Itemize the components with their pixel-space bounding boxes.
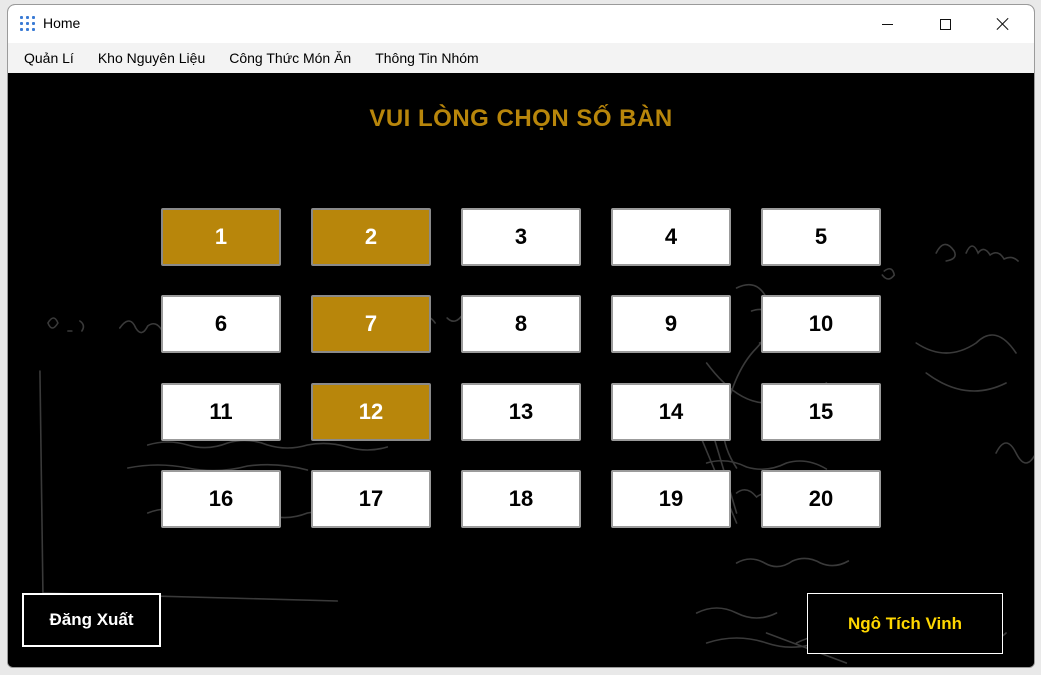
title-bar[interactable]: Home: [8, 5, 1034, 43]
table-button-16[interactable]: 16: [161, 470, 281, 528]
table-button-12[interactable]: 12: [311, 383, 431, 441]
minimize-icon: [881, 23, 893, 25]
chalk-sketch-background: [39, 243, 1034, 664]
grid-app-icon: [20, 16, 35, 31]
table-button-8[interactable]: 8: [461, 295, 581, 353]
table-button-19[interactable]: 19: [611, 470, 731, 528]
menu-item-kho-nguyen-lieu[interactable]: Kho Nguyên Liệu: [86, 43, 217, 73]
table-button-3[interactable]: 3: [461, 208, 581, 266]
table-button-18[interactable]: 18: [461, 470, 581, 528]
menu-bar: Quản Lí Kho Nguyên Liệu Công Thức Món Ăn…: [8, 43, 1034, 73]
table-button-20[interactable]: 20: [761, 470, 881, 528]
table-button-11[interactable]: 11: [161, 383, 281, 441]
menu-item-quan-li[interactable]: Quản Lí: [8, 43, 86, 73]
table-button-17[interactable]: 17: [311, 470, 431, 528]
table-button-9[interactable]: 9: [611, 295, 731, 353]
table-button-5[interactable]: 5: [761, 208, 881, 266]
app-window: Home Quản Lí Kho Nguyên Liệu Công Thức M…: [7, 4, 1035, 668]
page-heading: VUI LÒNG CHỌN SỐ BÀN: [369, 105, 673, 132]
window-title: Home: [43, 15, 81, 31]
table-button-15[interactable]: 15: [761, 383, 881, 441]
menu-item-cong-thuc-mon-an[interactable]: Công Thức Món Ăn: [217, 43, 363, 73]
close-icon: [996, 17, 1010, 31]
minimize-button[interactable]: [858, 5, 916, 43]
menu-item-thong-tin-nhom[interactable]: Thông Tin Nhóm: [363, 43, 491, 73]
table-button-14[interactable]: 14: [611, 383, 731, 441]
maximize-button[interactable]: [916, 5, 974, 43]
user-name-button[interactable]: Ngô Tích Vinh: [807, 593, 1003, 654]
logout-button[interactable]: Đăng Xuất: [22, 593, 161, 647]
table-button-2[interactable]: 2: [311, 208, 431, 266]
table-button-10[interactable]: 10: [761, 295, 881, 353]
table-button-1[interactable]: 1: [161, 208, 281, 266]
maximize-icon: [939, 18, 951, 30]
close-button[interactable]: [974, 5, 1032, 43]
table-button-13[interactable]: 13: [461, 383, 581, 441]
table-button-4[interactable]: 4: [611, 208, 731, 266]
table-button-6[interactable]: 6: [161, 295, 281, 353]
table-button-7[interactable]: 7: [311, 295, 431, 353]
main-content: VUI LÒNG CHỌN SỐ BÀN 1 2 3 4 5 6 7 8 9 10 11 12 13 14…: [8, 73, 1034, 667]
